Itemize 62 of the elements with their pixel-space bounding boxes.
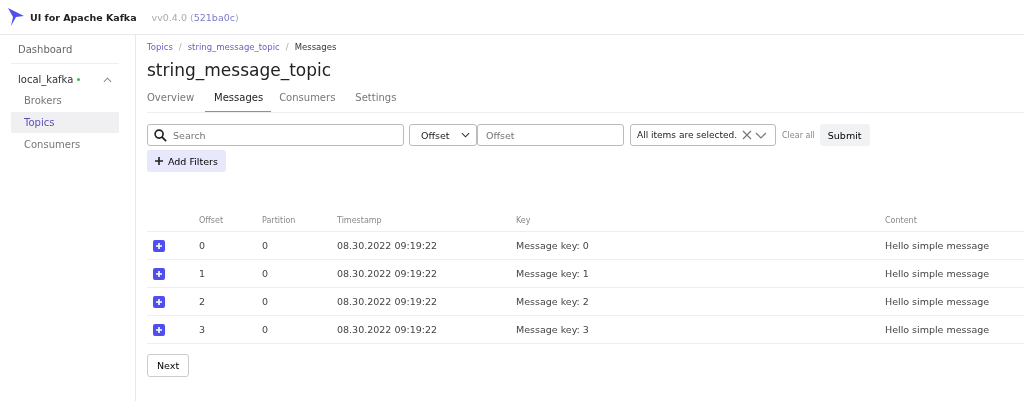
expand-icon[interactable]	[153, 295, 165, 308]
table-cell: Message key: 2	[516, 296, 589, 307]
cluster-item[interactable]: local_kafka	[18, 74, 74, 85]
add-filters-button[interactable]: Add Filters	[147, 150, 226, 172]
chevron-icon	[461, 132, 470, 138]
plus-icon	[155, 157, 163, 165]
column-header: Content	[885, 215, 917, 225]
offset-field[interactable]: Offset	[477, 124, 624, 146]
breadcrumb-separator: /	[285, 42, 289, 52]
breadcrumb-current: Messages	[294, 42, 337, 52]
sidebar-item[interactable]: Consumers	[11, 134, 119, 155]
logo-icon	[8, 8, 24, 26]
search-field[interactable]: Search	[147, 124, 404, 146]
version-text: )	[235, 11, 239, 23]
table-cell: 0	[262, 240, 269, 251]
table-cell: 2	[199, 296, 206, 307]
partitions-select[interactable]: All items are selected.	[630, 124, 776, 146]
submit-button[interactable]: Submit	[819, 124, 870, 146]
column-header: Timestamp	[337, 215, 382, 225]
table-cell: 0	[262, 324, 269, 335]
breadcrumb-link[interactable]: string_message_topic	[187, 42, 280, 52]
table-cell: Hello simple message	[885, 296, 990, 307]
sidebar-item[interactable]: Topics	[11, 112, 119, 133]
table-cell: Message key: 1	[516, 268, 589, 279]
tab[interactable]: Settings	[355, 92, 397, 112]
column-header: Offset	[199, 215, 224, 225]
clear-icon[interactable]	[742, 130, 753, 140]
app-name: UI for Apache Kafka	[30, 11, 137, 23]
breadcrumb-separator: /	[178, 42, 182, 52]
table-cell: 0	[199, 240, 206, 251]
chevron-icon[interactable]	[103, 76, 112, 83]
search-icon	[154, 129, 167, 142]
table-cell: 1	[199, 268, 206, 279]
table-cell: 08.30.2022 09:19:22	[337, 268, 438, 279]
table-cell: 0	[262, 296, 269, 307]
clear-all-link[interactable]: Clear all	[782, 130, 815, 140]
table-cell: Message key: 3	[516, 324, 589, 335]
expand-icon[interactable]	[153, 267, 165, 280]
table-cell: Hello simple message	[885, 268, 990, 279]
page-title: string_message_topic	[147, 60, 333, 80]
next-button[interactable]: Next	[147, 354, 190, 377]
table-cell: 08.30.2022 09:19:22	[337, 240, 438, 251]
tab[interactable]: Consumers	[279, 92, 336, 112]
chevron-icon	[755, 131, 767, 139]
table-cell: Hello simple message	[885, 324, 990, 335]
table-cell: 08.30.2022 09:19:22	[337, 296, 438, 307]
table-cell: Message key: 0	[516, 240, 589, 251]
column-header: Key	[516, 215, 531, 225]
sidebar-item[interactable]: Dashboard	[11, 43, 119, 64]
seek-type-select[interactable]: Offset	[409, 124, 477, 146]
table-cell: 08.30.2022 09:19:22	[337, 324, 438, 335]
expand-icon[interactable]	[153, 239, 165, 252]
table-cell: 3	[199, 324, 206, 335]
tab[interactable]: Overview	[147, 92, 195, 112]
tab[interactable]: Messages	[205, 92, 272, 112]
expand-icon[interactable]	[153, 323, 165, 336]
version-text: vv0.4.0 (	[151, 11, 194, 23]
table-cell: Hello simple message	[885, 240, 990, 251]
table-cell: 0	[262, 268, 269, 279]
column-header: Partition	[262, 215, 296, 225]
breadcrumb-link[interactable]: Topics	[147, 42, 173, 52]
sidebar-item[interactable]: Brokers	[11, 90, 119, 111]
